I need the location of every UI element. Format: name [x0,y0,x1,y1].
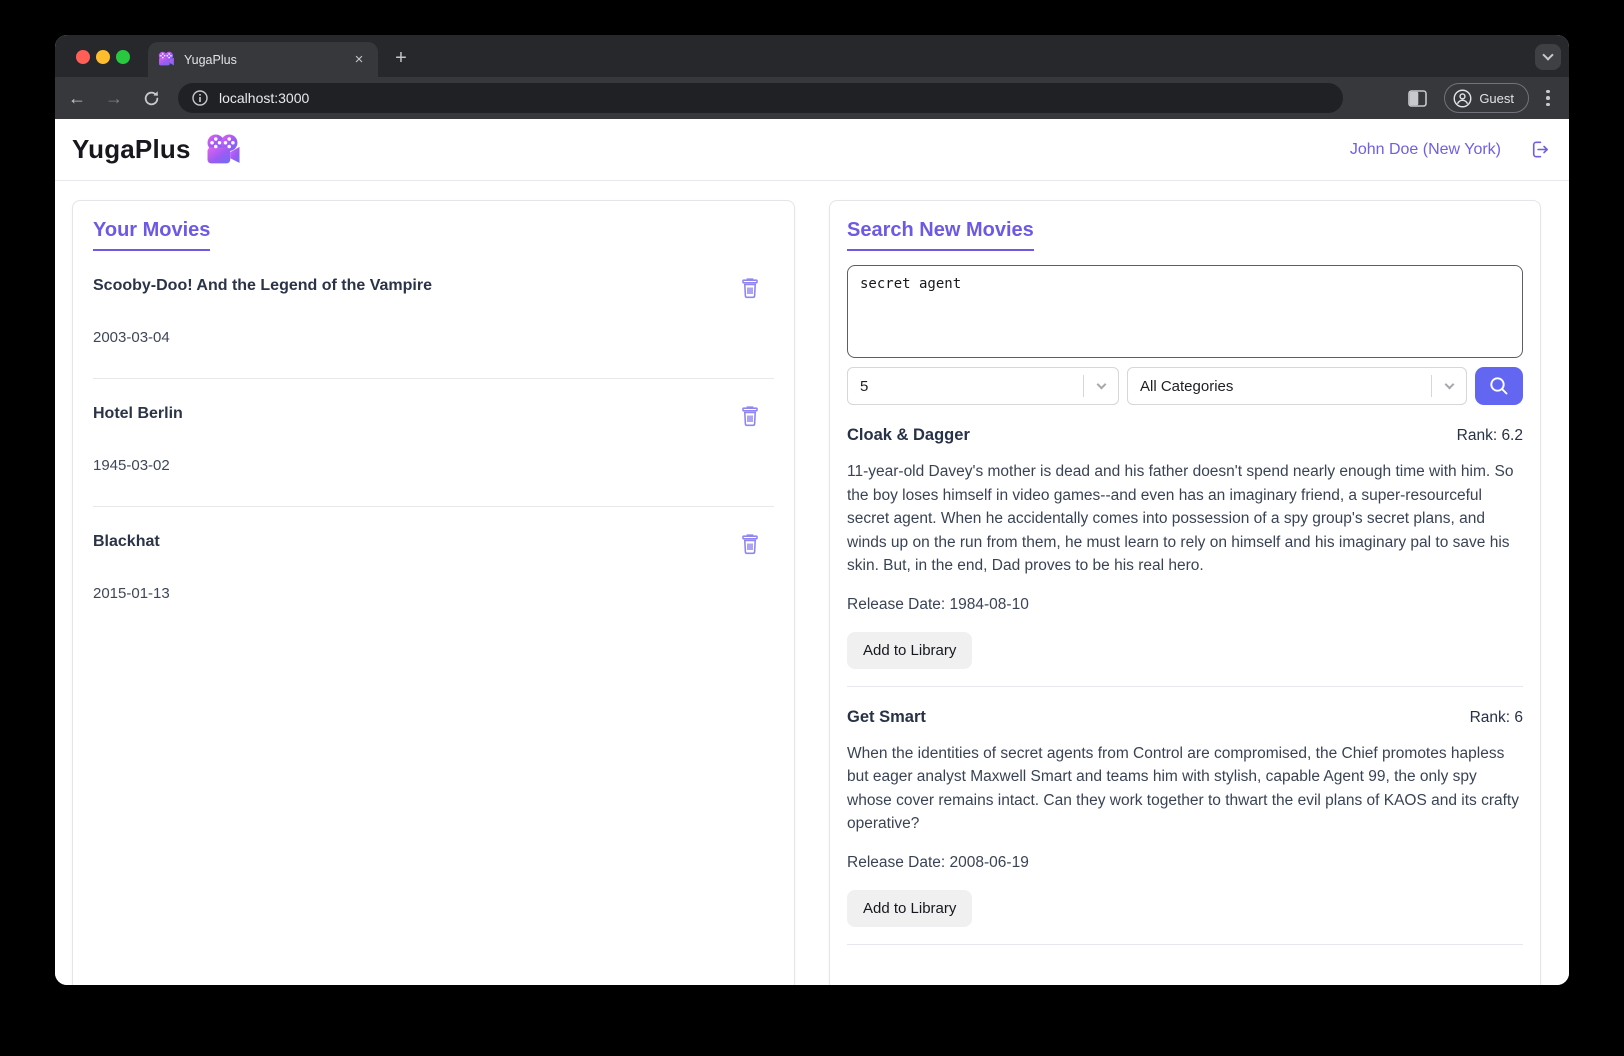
logout-button[interactable] [1527,139,1549,161]
result-release-date: Release Date: 2008-06-19 [847,853,1029,871]
reload-icon [144,90,158,105]
result-rank: Rank: 6.2 [1456,427,1523,444]
tab-title: YugaPlus [184,52,237,67]
movie-camera-icon [207,134,240,163]
app-header: YugaPlus John Doe (New York) [55,119,1569,181]
logged-in-user: John Doe (New York) [1349,140,1501,158]
delete-movie-button[interactable] [740,405,760,427]
your-movies-panel: Your Movies Scooby-Doo! And the Legend o… [72,200,795,985]
result-release-date: Release Date: 1984-08-10 [847,595,1029,613]
close-tab-icon[interactable]: × [350,51,368,69]
movie-camera-favicon [158,51,174,66]
page-content: YugaPlus John Doe (New York) Your Movies… [55,119,1569,985]
browser-menu-button[interactable] [1537,83,1559,113]
result-title: Cloak & Dagger [847,426,970,444]
site-info-icon[interactable] [192,90,208,106]
profile-button[interactable]: Guest [1444,83,1529,113]
search-result: Get Smart Rank: 6 When the identities of… [847,687,1523,945]
movie-title: Hotel Berlin [93,405,183,422]
movie-release-date: 1945-03-02 [93,457,170,474]
tab-search-button[interactable] [1535,44,1561,70]
chevron-down-icon [1444,379,1454,390]
browser-tab[interactable]: YugaPlus × [148,42,378,77]
app-title: YugaPlus [72,134,191,164]
movie-title: Scooby-Doo! And the Legend of the Vampir… [93,277,432,294]
address-bar[interactable]: localhost:3000 [178,83,1343,113]
side-panel-button[interactable] [1402,83,1432,113]
browser-toolbar: ← → localhost:3000 Guest [55,77,1569,119]
library-movie-row: Hotel Berlin 1945-03-02 [93,379,774,507]
search-movies-panel: Search New Movies secret agent 5 All Cat… [829,200,1541,985]
trash-icon [742,278,758,299]
new-tab-button[interactable]: + [387,45,415,73]
add-to-library-button[interactable]: Add to Library [847,631,973,669]
browser-window: YugaPlus × + ← → localhost:3000 Guest Yu… [55,35,1569,985]
library-movie-row: Scooby-Doo! And the Legend of the Vampir… [93,251,774,379]
delete-movie-button[interactable] [740,533,760,555]
category-value: All Categories [1140,377,1234,395]
trash-icon [742,534,758,555]
guest-avatar-icon [1453,89,1472,107]
trash-icon [742,406,758,427]
your-movies-title: Your Movies [93,219,211,251]
search-icon [1490,377,1508,395]
side-panel-icon [1408,89,1427,107]
logout-icon [1532,141,1548,158]
movie-release-date: 2003-03-04 [93,329,170,346]
add-to-library-button[interactable]: Add to Library [847,889,973,927]
close-window-button[interactable] [76,50,90,64]
forward-button[interactable]: → [99,83,129,113]
result-description: When the identities of secret agents fro… [847,744,1519,833]
movie-release-date: 2015-01-13 [93,585,170,602]
minimize-window-button[interactable] [96,50,110,64]
category-select[interactable]: All Categories [1127,367,1467,405]
profile-label: Guest [1479,90,1514,106]
library-movie-row: Blackhat 2015-01-13 [93,507,774,634]
result-rank: Rank: 6 [1469,708,1523,726]
chevron-down-icon [1096,379,1106,390]
search-result: Cloak & Dagger Rank: 6.2 11-year-old Dav… [847,405,1523,687]
result-description: 11-year-old Davey's mother is dead and h… [847,463,1514,574]
fullscreen-window-button[interactable] [116,50,130,64]
search-movies-title: Search New Movies [847,219,1034,251]
movie-title: Blackhat [93,533,160,550]
back-button[interactable]: ← [62,83,92,113]
search-button[interactable] [1475,367,1523,405]
url-text: localhost:3000 [219,90,310,106]
search-query-input[interactable]: secret agent [847,265,1523,358]
result-limit-value: 5 [860,377,869,395]
chevron-down-icon [1542,49,1554,61]
tab-strip: YugaPlus × + [55,35,1569,77]
result-title: Get Smart [847,707,926,726]
result-limit-select[interactable]: 5 [847,367,1119,405]
delete-movie-button[interactable] [740,277,760,299]
reload-button[interactable] [136,83,166,113]
